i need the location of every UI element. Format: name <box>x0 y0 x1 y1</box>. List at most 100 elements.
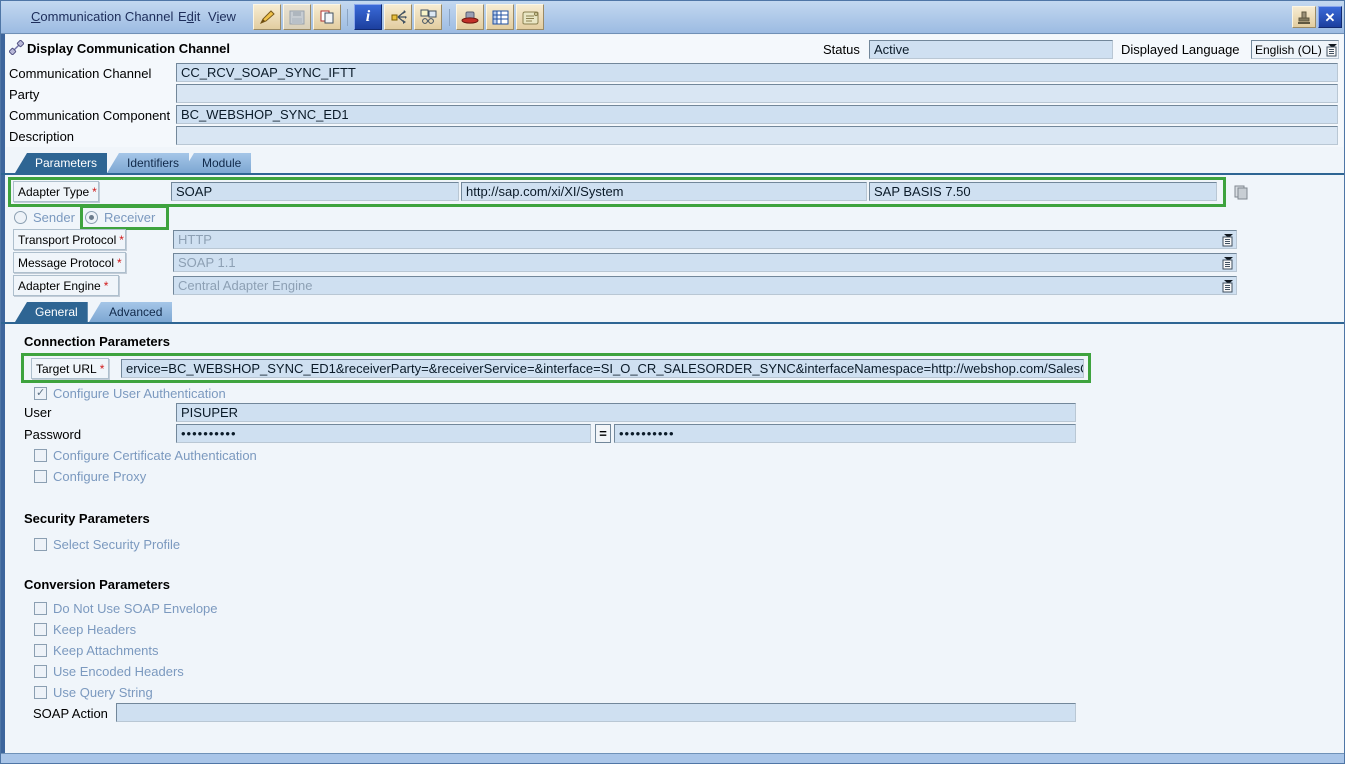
soap-action-label: SOAP Action <box>33 706 108 721</box>
channel-icon <box>9 40 24 55</box>
description-field[interactable] <box>176 126 1338 145</box>
page-title: Display Communication Channel <box>27 41 230 56</box>
stamp-icon <box>1296 10 1312 25</box>
relations-button[interactable] <box>384 4 412 30</box>
tab-parameters[interactable]: Parameters <box>15 153 107 173</box>
log-button[interactable] <box>516 4 544 30</box>
displayed-language-select[interactable]: English (OL) <box>1251 40 1339 59</box>
use-encoded-headers-label: Use Encoded Headers <box>53 664 184 679</box>
select-security-profile-checkbox[interactable] <box>34 538 47 551</box>
adapter-engine-label: Adapter Engine* <box>13 275 119 296</box>
tab-module[interactable]: Module <box>182 153 251 173</box>
close-icon: ✕ <box>1325 11 1336 24</box>
toolbar-separator <box>449 9 450 26</box>
transport-protocol-field: HTTP <box>173 230 1237 249</box>
where-used-button[interactable] <box>414 4 442 30</box>
party-field[interactable] <box>176 84 1338 103</box>
use-query-string-checkbox[interactable] <box>34 686 47 699</box>
password-label: Password <box>24 427 81 442</box>
administration-button[interactable] <box>456 4 484 30</box>
copy-icon <box>319 9 336 25</box>
copy-button[interactable] <box>313 4 341 30</box>
info-icon: i <box>366 9 370 25</box>
close-button[interactable]: ✕ <box>1318 6 1342 28</box>
soap-action-field[interactable] <box>116 703 1076 722</box>
configure-user-auth-label: Configure User Authentication <box>53 386 226 401</box>
status-label: Status <box>823 42 860 57</box>
target-url-field[interactable]: ervice=BC_WEBSHOP_SYNC_ED1&receiverParty… <box>121 359 1084 378</box>
configure-proxy-checkbox[interactable] <box>34 470 47 483</box>
adapter-type-field[interactable]: SOAP <box>171 182 459 201</box>
toolbar-separator <box>347 9 348 26</box>
configure-user-auth-checkbox[interactable] <box>34 387 47 400</box>
password-equals-indicator: = <box>595 424 611 443</box>
adapter-version-field[interactable]: SAP BASIS 7.50 <box>869 182 1217 201</box>
user-label: User <box>24 405 51 420</box>
dropdown-icon[interactable] <box>1324 42 1338 57</box>
communication-channel-field[interactable]: CC_RCV_SOAP_SYNC_IFTT <box>176 63 1338 82</box>
stamp-button[interactable] <box>1292 6 1316 28</box>
displayed-language-label: Displayed Language <box>1121 42 1240 57</box>
sub-tab-strip-divider <box>1 322 1344 324</box>
keep-attachments-checkbox[interactable] <box>34 644 47 657</box>
menu-view[interactable]: View <box>208 9 236 24</box>
do-not-use-soap-envelope-checkbox[interactable] <box>34 602 47 615</box>
tab-identifiers[interactable]: Identifiers <box>107 153 189 173</box>
user-field[interactable]: PISUPER <box>176 403 1076 422</box>
adapter-engine-field: Central Adapter Engine <box>173 276 1237 295</box>
display-change-button[interactable] <box>253 4 281 30</box>
description-label: Description <box>9 129 74 144</box>
floppy-save-icon <box>289 10 305 25</box>
party-label: Party <box>9 87 39 102</box>
sap-communication-channel-window: Communication Channel Edit View i <box>0 0 1345 764</box>
password-field[interactable]: •••••••••• <box>176 424 591 443</box>
keep-attachments-label: Keep Attachments <box>53 643 159 658</box>
communication-component-label: Communication Component <box>9 108 170 123</box>
password-confirm-field[interactable]: •••••••••• <box>614 424 1076 443</box>
receiver-radio-label: Receiver <box>104 210 155 225</box>
communication-component-field[interactable]: BC_WEBSHOP_SYNC_ED1 <box>176 105 1338 124</box>
communication-channel-label: Communication Channel <box>9 66 151 81</box>
dropdown-icon[interactable] <box>1220 255 1234 270</box>
select-security-profile-label: Select Security Profile <box>53 537 180 552</box>
keep-headers-label: Keep Headers <box>53 622 136 637</box>
message-protocol-label: Message Protocol* <box>13 252 126 273</box>
dropdown-icon[interactable] <box>1220 232 1234 247</box>
transport-protocol-label: Transport Protocol* <box>13 229 126 250</box>
window-left-border <box>1 1 5 763</box>
where-used-icon <box>420 9 437 25</box>
message-protocol-field: SOAP 1.1 <box>173 253 1237 272</box>
tab-advanced[interactable]: Advanced <box>89 302 172 322</box>
pencil-icon <box>258 9 276 25</box>
menu-edit[interactable]: Edit <box>178 9 200 24</box>
list-view-button[interactable] <box>486 4 514 30</box>
route-icon <box>390 9 407 25</box>
use-encoded-headers-checkbox[interactable] <box>34 665 47 678</box>
hat-icon <box>461 9 479 25</box>
connection-parameters-header: Connection Parameters <box>24 334 170 349</box>
save-button <box>283 4 311 30</box>
adapter-namespace-field[interactable]: http://sap.com/xi/XI/System <box>461 182 867 201</box>
scroll-icon <box>522 10 539 25</box>
copy-pages-icon[interactable] <box>1233 184 1249 200</box>
configure-proxy-label: Configure Proxy <box>53 469 146 484</box>
conversion-parameters-header: Conversion Parameters <box>24 577 170 592</box>
menu-communication-channel[interactable]: Communication Channel <box>31 9 173 24</box>
tab-strip-divider <box>1 173 1344 175</box>
menu-bar: Communication Channel Edit View i <box>1 1 1344 34</box>
sender-radio[interactable] <box>14 211 27 224</box>
use-query-string-label: Use Query String <box>53 685 153 700</box>
dropdown-icon[interactable] <box>1220 278 1234 293</box>
configure-cert-auth-label: Configure Certificate Authentication <box>53 448 257 463</box>
window-bottom-border <box>1 753 1344 764</box>
receiver-radio[interactable] <box>85 211 98 224</box>
adapter-type-label: Adapter Type* <box>13 181 99 202</box>
info-button[interactable]: i <box>354 4 382 30</box>
status-field[interactable]: Active <box>869 40 1113 59</box>
target-url-label: Target URL* <box>31 358 109 379</box>
sender-radio-label: Sender <box>33 210 75 225</box>
tab-general[interactable]: General <box>15 302 88 322</box>
configure-cert-auth-checkbox[interactable] <box>34 449 47 462</box>
do-not-use-soap-envelope-label: Do Not Use SOAP Envelope <box>53 601 218 616</box>
keep-headers-checkbox[interactable] <box>34 623 47 636</box>
